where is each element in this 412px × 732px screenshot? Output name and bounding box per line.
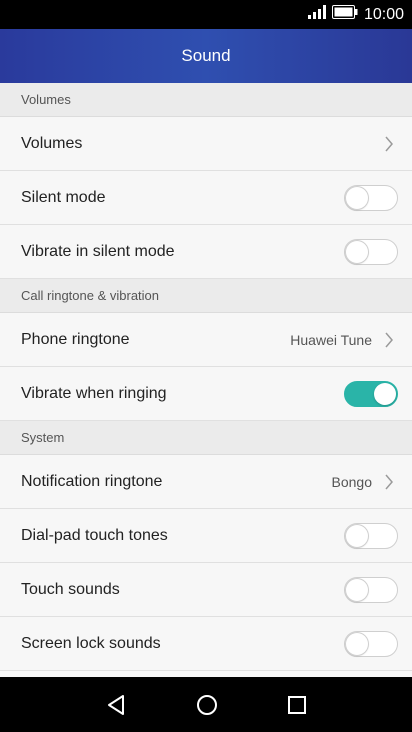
dialpad-tones-toggle[interactable]: [344, 522, 398, 549]
signal-icon: [307, 5, 326, 24]
toggle-knob: [374, 382, 396, 405]
row-label: Vibrate in silent mode: [21, 242, 175, 260]
recents-icon[interactable]: [287, 695, 307, 715]
row-screen-lock-sounds[interactable]: Screen lock sounds: [0, 617, 412, 671]
row-dialpad-tones[interactable]: Dial-pad touch tones: [0, 509, 412, 563]
battery-icon: [331, 5, 358, 24]
touch-sounds-toggle[interactable]: [344, 576, 398, 603]
chevron-right-icon: [385, 332, 393, 347]
row-notification-ringtone[interactable]: Notification ringtone Bongo: [0, 455, 412, 509]
toggle-knob: [346, 186, 368, 209]
page-title: Sound: [181, 46, 231, 65]
row-label: Notification ringtone: [21, 472, 163, 490]
section-header-volumes: Volumes: [0, 83, 412, 117]
section-header-label: Call ringtone & vibration: [21, 288, 160, 303]
row-label: Vibrate when ringing: [21, 384, 167, 402]
toggle-knob: [346, 524, 368, 547]
section-header-call: Call ringtone & vibration: [0, 279, 412, 313]
toggle-knob: [346, 240, 368, 263]
row-silent-mode[interactable]: Silent mode: [0, 171, 412, 225]
row-label: Volumes: [21, 134, 83, 152]
toggle-knob: [346, 578, 368, 601]
chevron-right-icon: [385, 474, 393, 489]
row-label: Touch sounds: [21, 580, 120, 598]
silent-mode-toggle[interactable]: [344, 184, 398, 211]
status-bar: 10:00: [0, 0, 412, 29]
toggle-knob: [346, 632, 368, 655]
row-touch-sounds[interactable]: Touch sounds: [0, 563, 412, 617]
back-icon[interactable]: [105, 694, 127, 716]
row-vibrate-ringing[interactable]: Vibrate when ringing: [0, 367, 412, 421]
vibrate-ringing-toggle[interactable]: [344, 380, 398, 407]
row-vibrate-silent[interactable]: Vibrate in silent mode: [0, 225, 412, 279]
action-bar: Sound: [0, 29, 412, 83]
settings-list[interactable]: Volumes Volumes Silent mode Vibrate in s…: [0, 83, 412, 677]
row-value: Huawei Tune: [290, 331, 372, 348]
section-header-label: System: [21, 430, 65, 445]
home-icon[interactable]: [196, 694, 218, 716]
status-time: 10:00: [363, 5, 404, 23]
row-label: Phone ringtone: [21, 330, 130, 348]
vibrate-silent-toggle[interactable]: [344, 238, 398, 265]
chevron-right-icon: [385, 136, 393, 151]
row-label: Silent mode: [21, 188, 106, 206]
row-volumes[interactable]: Volumes: [0, 117, 412, 171]
section-header-system: System: [0, 421, 412, 455]
navigation-bar: [0, 677, 412, 732]
row-label: Screen lock sounds: [21, 634, 161, 652]
row-value: Bongo: [331, 473, 372, 490]
section-header-label: Volumes: [21, 92, 71, 107]
row-label: Dial-pad touch tones: [21, 526, 168, 544]
screen-lock-sounds-toggle[interactable]: [344, 630, 398, 657]
row-phone-ringtone[interactable]: Phone ringtone Huawei Tune: [0, 313, 412, 367]
